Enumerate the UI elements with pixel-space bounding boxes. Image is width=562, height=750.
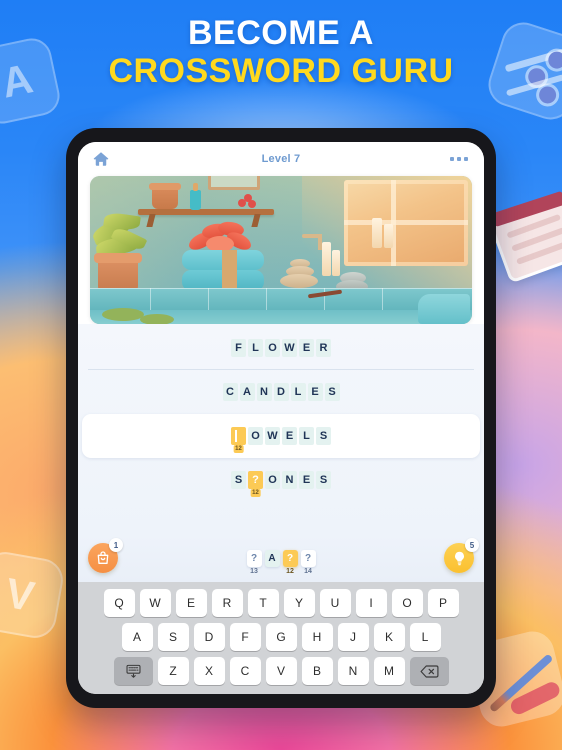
tray-tile[interactable]: A	[264, 549, 280, 567]
letter-tile[interactable]: O	[248, 427, 263, 445]
key-y[interactable]: Y	[283, 589, 315, 617]
letter-tile[interactable]: ? 12	[248, 471, 263, 497]
on-screen-keyboard: QWERTYUIOP ASDFGHJKL ZXCVBNM	[78, 582, 484, 694]
key-w[interactable]: W	[139, 589, 171, 617]
word-list: F L O W E R C A N D L E S 12 O W E L S S? 12 O N E S	[78, 324, 484, 534]
letter-tile[interactable]: L	[299, 427, 314, 445]
key-o[interactable]: O	[391, 589, 423, 617]
letter-tile[interactable]: W	[265, 427, 280, 445]
letter-tile[interactable]: A	[239, 383, 255, 401]
key-x[interactable]: X	[193, 657, 225, 685]
tray-tile[interactable]: ? 14	[300, 549, 316, 575]
key-g[interactable]: G	[265, 623, 297, 651]
word-row[interactable]: FLOWER	[78, 326, 484, 370]
word-row[interactable]: 12 O W E L S	[82, 414, 480, 458]
word-tiles: 12 O W E L S	[231, 427, 331, 453]
puzzle-picture	[90, 176, 472, 324]
tray-tile[interactable]: ? 12	[282, 549, 298, 575]
page-title: Level 7	[261, 153, 301, 165]
key-f[interactable]: F	[229, 623, 261, 651]
key-b[interactable]: B	[301, 657, 333, 685]
key-r[interactable]: R	[211, 589, 243, 617]
word-row[interactable]: S? 12 O N E S	[78, 458, 484, 502]
decor-letter-tile-v: V	[0, 548, 67, 642]
promo-screenshot: A V BECOME A CROSSWORD GURU Level 7 F L …	[0, 0, 562, 750]
word-tiles: FLOWER	[231, 339, 331, 357]
key-s[interactable]: S	[157, 623, 189, 651]
tablet-device-frame: Level 7 F L O W E R C A N D L E S 12 O W…	[66, 128, 496, 708]
letter-tile[interactable]: E	[307, 383, 323, 401]
headline-line-1: BECOME A	[188, 14, 374, 52]
tray-tile[interactable]: ? 13	[246, 549, 262, 575]
letter-tile[interactable]: S	[316, 471, 331, 489]
app-screen: Level 7 F L O W E R C A N D L E S 12 O W…	[78, 142, 484, 694]
hint-button[interactable]: 5	[444, 538, 479, 573]
letter-tile[interactable]: 12	[231, 427, 246, 453]
letter-tile[interactable]: S	[324, 383, 340, 401]
key-z[interactable]: Z	[157, 657, 189, 685]
headline-line-2: CROSSWORD GURU	[108, 52, 454, 91]
key-v[interactable]: V	[265, 657, 297, 685]
backspace-icon[interactable]	[409, 657, 449, 685]
letter-tile[interactable]: O	[265, 339, 280, 357]
letter-tile[interactable]: O	[265, 471, 280, 489]
letter-tile[interactable]: L	[290, 383, 306, 401]
key-t[interactable]: T	[247, 589, 279, 617]
word-tiles: CANDLES	[222, 383, 340, 401]
letter-tile[interactable]: R	[316, 339, 331, 357]
puzzle-picture-container	[78, 176, 484, 324]
letter-tile[interactable]: F	[231, 339, 246, 357]
bag-icon	[97, 551, 109, 564]
tray-tile-index: 13	[250, 567, 258, 575]
tray-tile-index: 14	[304, 567, 312, 575]
keyboard-row-3: ZXCVBNM	[83, 657, 479, 685]
letter-tile[interactable]: N	[256, 383, 272, 401]
tile-index-badge: 12	[233, 445, 244, 453]
letter-tile[interactable]: S	[316, 427, 331, 445]
shop-badge: 1	[109, 538, 123, 552]
word-row[interactable]: CANDLES	[78, 370, 484, 414]
book-icon	[489, 198, 562, 284]
promo-headline: BECOME A CROSSWORD GURU	[0, 14, 562, 90]
hint-badge: 5	[465, 538, 479, 552]
power-up-bar: 1 ? 13 A? 12? 14 5	[78, 534, 484, 582]
key-h[interactable]: H	[301, 623, 333, 651]
decor-tile-v-letter: V	[2, 568, 38, 621]
letter-tile[interactable]: S	[231, 471, 246, 489]
key-e[interactable]: E	[175, 589, 207, 617]
key-d[interactable]: D	[193, 623, 225, 651]
tile-index-badge: 12	[250, 489, 261, 497]
letter-tile[interactable]: W	[282, 339, 297, 357]
key-u[interactable]: U	[319, 589, 351, 617]
app-top-bar: Level 7	[78, 142, 484, 176]
letter-tile[interactable]: E	[299, 339, 314, 357]
word-tiles: S? 12 O N E S	[231, 471, 331, 497]
key-c[interactable]: C	[229, 657, 261, 685]
key-q[interactable]: Q	[103, 589, 135, 617]
key-n[interactable]: N	[337, 657, 369, 685]
lightbulb-icon	[454, 551, 464, 565]
key-p[interactable]: P	[427, 589, 459, 617]
letter-tile[interactable]: N	[282, 471, 297, 489]
letter-tray: ? 13 A? 12? 14	[246, 549, 316, 575]
key-k[interactable]: K	[373, 623, 405, 651]
letter-tile[interactable]: C	[222, 383, 238, 401]
hide-keyboard-icon[interactable]	[113, 657, 153, 685]
letter-tile[interactable]: D	[273, 383, 289, 401]
keyboard-row-1: QWERTYUIOP	[83, 589, 479, 617]
letter-tile[interactable]: E	[282, 427, 297, 445]
key-m[interactable]: M	[373, 657, 405, 685]
keyboard-row-2: ASDFGHJKL	[83, 623, 479, 651]
tray-tile-index: 12	[286, 567, 294, 575]
key-l[interactable]: L	[409, 623, 441, 651]
letter-tile[interactable]: L	[248, 339, 263, 357]
shop-button[interactable]: 1	[88, 538, 123, 573]
key-j[interactable]: J	[337, 623, 369, 651]
letter-tile[interactable]: E	[299, 471, 314, 489]
key-a[interactable]: A	[121, 623, 153, 651]
key-i[interactable]: I	[355, 589, 387, 617]
